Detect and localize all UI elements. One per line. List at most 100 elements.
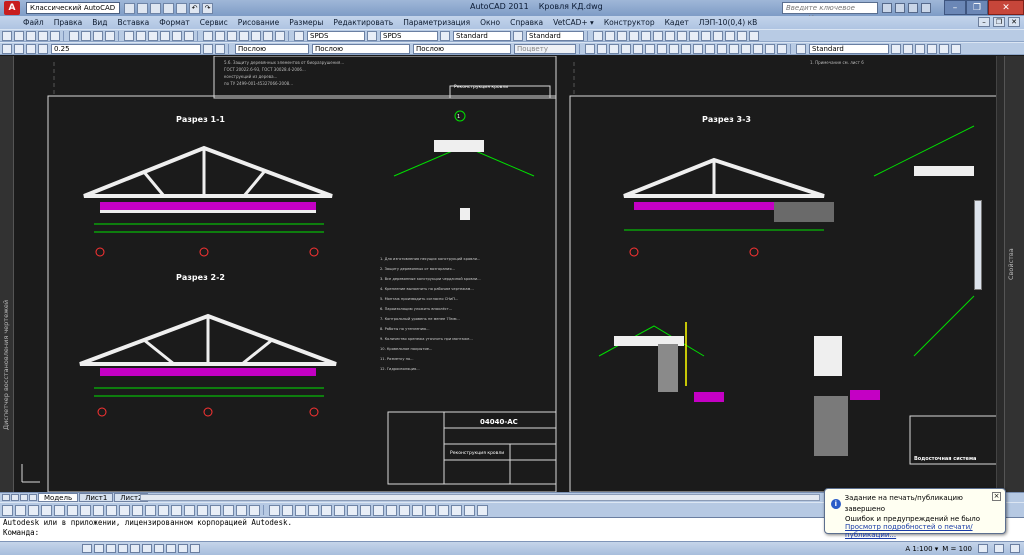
make-current-icon[interactable] (203, 43, 213, 54)
stretch-icon[interactable] (373, 504, 384, 516)
menu-item-0[interactable]: Файл (18, 18, 49, 27)
break-icon[interactable] (729, 43, 739, 54)
qp-toggle[interactable] (190, 544, 200, 553)
match-properties-icon[interactable] (105, 30, 115, 41)
table-style-select[interactable]: Standard (453, 30, 511, 41)
copy-icon[interactable] (282, 504, 293, 516)
rectangle-icon[interactable] (641, 30, 651, 41)
layer-manager-icon[interactable] (2, 43, 12, 54)
layer-sun-icon[interactable] (26, 43, 36, 54)
copy-icon[interactable] (81, 30, 91, 41)
help-icon[interactable] (275, 30, 285, 41)
osnap-toggle[interactable] (130, 544, 140, 553)
trim-icon[interactable] (386, 504, 397, 516)
array-icon[interactable] (321, 504, 332, 516)
array-icon[interactable] (645, 43, 655, 54)
extend-icon[interactable] (717, 43, 727, 54)
mtext-icon[interactable] (677, 30, 687, 41)
hatch-icon[interactable] (653, 30, 663, 41)
menu-item-1[interactable]: Правка (49, 18, 88, 27)
circle-icon[interactable] (80, 504, 91, 516)
measure-icon[interactable] (725, 30, 735, 41)
explode-icon[interactable] (477, 504, 488, 516)
minimize-button[interactable]: – (944, 0, 966, 15)
scale-icon[interactable] (681, 43, 691, 54)
gradient-icon[interactable] (197, 504, 208, 516)
menu-item-11[interactable]: Справка (505, 18, 548, 27)
dimension-icon[interactable] (701, 30, 711, 41)
table-style-icon[interactable] (440, 30, 450, 41)
polar-icon[interactable] (927, 43, 937, 54)
extend-icon[interactable] (399, 504, 410, 516)
sheet-set-icon[interactable] (239, 30, 249, 41)
ucs-icon[interactable] (585, 43, 595, 54)
plot-notification[interactable]: × i Задание на печать/публикацию заверше… (824, 488, 1006, 539)
linetype-select[interactable]: Послою (312, 43, 410, 54)
text-style-icon[interactable] (294, 30, 304, 41)
rectangle-icon[interactable] (54, 504, 65, 516)
menu-item-9[interactable]: Параметризация (398, 18, 475, 27)
ellipse-arc-icon[interactable] (132, 504, 143, 516)
layer-states-icon[interactable] (749, 30, 759, 41)
polygon-icon[interactable] (41, 504, 52, 516)
arc-icon[interactable] (629, 30, 639, 41)
communication-center-icon[interactable] (895, 3, 905, 13)
annotation-scale[interactable]: A 1:100 ▾ (905, 545, 938, 553)
ortho-icon[interactable] (915, 43, 925, 54)
autocad-logo-icon[interactable]: A (4, 1, 20, 15)
open-file-icon[interactable] (137, 2, 148, 14)
polar-toggle[interactable] (118, 544, 128, 553)
help-search-input[interactable]: Введите ключевое слово/фразу (782, 2, 878, 22)
lwt-toggle[interactable] (178, 544, 188, 553)
new-icon[interactable] (2, 30, 12, 41)
workspace-select[interactable]: Классический AutoCAD (26, 2, 120, 14)
navigation-bar[interactable] (974, 200, 982, 290)
layer-bulb-icon[interactable] (14, 43, 24, 54)
plotstyle-select[interactable]: Поцвету (514, 43, 576, 54)
leader-icon[interactable] (713, 30, 723, 41)
table-icon[interactable] (223, 504, 234, 516)
doc-restore-button[interactable]: ❐ (993, 17, 1005, 27)
menu-item-15[interactable]: ЛЭП-10(0,4) кВ (694, 18, 763, 27)
ortho-toggle[interactable] (106, 544, 116, 553)
horizontal-scrollbar[interactable] (140, 494, 820, 501)
move-icon[interactable] (334, 504, 345, 516)
polyline-icon[interactable] (28, 504, 39, 516)
menu-item-14[interactable]: Кадет (660, 18, 694, 27)
add-selected-icon[interactable] (249, 504, 260, 516)
clean-screen-icon[interactable] (1010, 544, 1020, 553)
zoom-readout[interactable]: M = 100 (942, 545, 972, 553)
tool-palettes-icon[interactable] (227, 30, 237, 41)
make-block-icon[interactable] (158, 504, 169, 516)
erase-icon[interactable] (597, 43, 607, 54)
trim-icon[interactable] (705, 43, 715, 54)
join-icon[interactable] (438, 504, 449, 516)
grid-icon[interactable] (903, 43, 913, 54)
dyn-toggle[interactable] (166, 544, 176, 553)
help-icon[interactable] (921, 3, 931, 13)
text-style-select[interactable]: SPDS (307, 30, 365, 41)
print-icon[interactable] (176, 2, 187, 14)
search-icon[interactable] (882, 3, 892, 13)
lock-icon[interactable] (994, 544, 1004, 553)
zoom-window-icon[interactable] (172, 30, 182, 41)
ellipse-icon[interactable] (119, 504, 130, 516)
undo-icon[interactable]: ↶ (189, 2, 200, 14)
style-select[interactable]: Standard (809, 43, 889, 54)
layer-select[interactable]: 0.25 (51, 43, 201, 54)
color-select[interactable]: Послою (235, 43, 309, 54)
preview-icon[interactable] (50, 30, 60, 41)
menu-item-3[interactable]: Вставка (113, 18, 155, 27)
menu-item-8[interactable]: Редактировать (328, 18, 398, 27)
area-icon[interactable] (737, 30, 747, 41)
snap-icon[interactable] (891, 43, 901, 54)
dim-style-select[interactable]: SPDS (380, 30, 438, 41)
offset-icon[interactable] (308, 504, 319, 516)
insert-block-icon[interactable] (145, 504, 156, 516)
menu-item-12[interactable]: VetCAD+ ▾ (548, 18, 599, 27)
doc-close-button[interactable]: ✕ (1008, 17, 1020, 27)
paste-icon[interactable] (93, 30, 103, 41)
join-icon[interactable] (741, 43, 751, 54)
ducs-toggle[interactable] (154, 544, 164, 553)
tab-first-icon[interactable] (2, 494, 10, 501)
